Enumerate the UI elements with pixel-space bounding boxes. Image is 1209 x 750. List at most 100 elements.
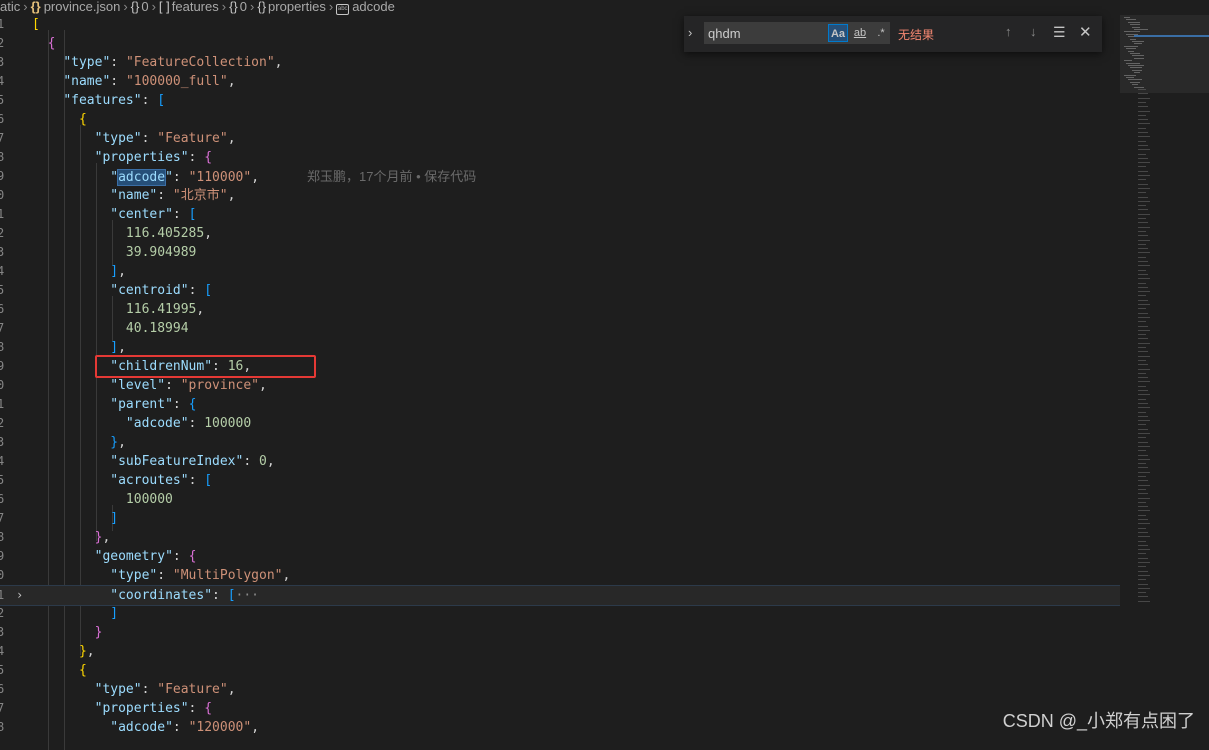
code-line[interactable]: {	[32, 110, 87, 129]
minimap-line	[1138, 304, 1150, 305]
line-number: 0	[0, 568, 5, 582]
code-line[interactable]: "properties": {	[32, 148, 212, 167]
line-number: 9	[0, 169, 5, 183]
minimap-line	[1138, 467, 1148, 469]
arrow-down-icon[interactable]: ↓	[1030, 24, 1037, 39]
close-icon[interactable]: ✕	[1079, 23, 1092, 41]
code-line[interactable]: {	[32, 661, 87, 680]
minimap-line	[1130, 53, 1140, 54]
minimap-line	[1134, 29, 1148, 30]
minimap-line	[1138, 583, 1148, 585]
code-line[interactable]: "geometry": {	[32, 547, 197, 566]
code-line[interactable]: }	[32, 623, 103, 642]
code-line[interactable]: "features": [	[32, 91, 165, 110]
breadcrumb-item-0b[interactable]: 0	[240, 0, 247, 14]
code-line[interactable]: },	[32, 433, 126, 452]
code-line[interactable]: "type": "MultiPolygon",	[32, 566, 290, 585]
code-line[interactable]: "acroutes": [	[32, 471, 212, 490]
minimap-line	[1138, 265, 1150, 267]
code-line[interactable]: },	[32, 642, 95, 661]
line-number: 5	[0, 93, 5, 107]
object-icon: {}	[257, 0, 267, 14]
code-line[interactable]: 39.904989	[32, 243, 196, 262]
line-number: 5	[0, 283, 5, 297]
minimap-line	[1138, 153, 1146, 155]
minimap-line	[1138, 390, 1148, 391]
code-line[interactable]: "adcode": "120000",	[32, 718, 259, 737]
minimap-line	[1138, 566, 1146, 568]
line-number: 7	[0, 321, 5, 335]
code-editor[interactable]: 1[ 2 { 3 "type": "FeatureCollection", 4 …	[0, 15, 1120, 750]
code-line[interactable]: "coordinates": [···	[32, 586, 259, 605]
minimap-line	[1138, 527, 1146, 529]
minimap-line	[1138, 450, 1146, 452]
breadcrumb-item-0[interactable]: 0	[141, 0, 148, 14]
minimap-line	[1138, 132, 1148, 133]
minimap-line	[1138, 200, 1150, 202]
code-line[interactable]: 116.405285,	[32, 224, 212, 243]
minimap-line	[1134, 86, 1144, 88]
breadcrumb-file[interactable]: province.json	[44, 0, 121, 14]
object-icon: {}	[229, 0, 238, 14]
code-line[interactable]: "center": [	[32, 205, 196, 224]
code-line[interactable]: [	[32, 15, 40, 34]
breadcrumb-folder[interactable]: atic	[0, 0, 20, 14]
code-line[interactable]: "level": "province",	[32, 376, 267, 395]
code-line[interactable]: "type": "FeatureCollection",	[32, 53, 282, 72]
folded-region-ellipsis[interactable]: ···	[236, 588, 259, 603]
line-number: 5	[0, 473, 5, 487]
minimap-line	[1138, 540, 1146, 542]
code-line[interactable]: ]	[32, 604, 118, 623]
minimap-line	[1138, 347, 1146, 348]
regex-button[interactable]: .*	[872, 24, 890, 42]
fold-chevron-icon[interactable]: ›	[16, 586, 23, 605]
minimap-line	[1138, 248, 1148, 250]
code-line[interactable]: "subFeatureIndex": 0,	[32, 452, 274, 471]
code-line[interactable]: "adcode": "110000", 郑玉鹏，17个月前 • 保存代码	[32, 167, 476, 187]
code-line[interactable]: "parent": {	[32, 395, 196, 414]
minimap-line	[1130, 67, 1142, 69]
minimap-line	[1138, 359, 1146, 361]
breadcrumb-item-features[interactable]: features	[172, 0, 219, 14]
code-line[interactable]: 40.18994	[32, 319, 189, 338]
chevron-right-icon: ›	[221, 0, 227, 14]
line-number: 6	[0, 112, 5, 126]
line-number: 8	[0, 340, 5, 354]
minimap-line	[1138, 377, 1148, 379]
minimap-line	[1138, 463, 1146, 465]
code-line[interactable]: "type": "Feature",	[32, 680, 236, 699]
code-line[interactable]: ],	[32, 262, 126, 281]
breadcrumb-item-properties[interactable]: properties	[268, 0, 326, 14]
code-line[interactable]: ]	[32, 509, 118, 528]
code-line[interactable]: },	[32, 528, 111, 547]
find-in-selection-icon[interactable]: ☰	[1053, 24, 1066, 41]
minimap-line	[1138, 89, 1146, 90]
code-line[interactable]: "name": "北京市",	[32, 186, 235, 205]
code-line[interactable]: "name": "100000_full",	[32, 72, 235, 91]
code-line[interactable]: "centroid": [	[32, 281, 212, 300]
match-case-button[interactable]: Aa	[828, 24, 848, 42]
code-line[interactable]: 116.41995,	[32, 300, 204, 319]
code-line[interactable]: 100000	[32, 490, 173, 509]
minimap-line	[1138, 480, 1148, 482]
minimap-line	[1138, 514, 1146, 516]
minimap-line	[1124, 31, 1140, 33]
breadcrumb: atic ›{} province.json ›{} 0 ›[ ] features ›{} 0…	[0, 0, 1120, 15]
chevron-right-icon[interactable]: ›	[688, 25, 692, 40]
code-line[interactable]: "type": "Feature",	[32, 129, 236, 148]
minimap-line	[1138, 493, 1148, 495]
minimap-line	[1138, 213, 1150, 215]
find-widget: › Aa ab .* 无结果 ↑ ↓ ☰ ✕	[684, 16, 1102, 52]
code-line[interactable]: {	[32, 34, 56, 53]
arrow-up-icon[interactable]: ↑	[1005, 24, 1012, 39]
code-line[interactable]: "adcode": 100000	[32, 414, 251, 433]
minimap-line	[1138, 454, 1148, 456]
whole-word-button[interactable]: ab	[850, 24, 870, 42]
minimap-line	[1138, 269, 1146, 271]
line-number: 8	[0, 150, 5, 164]
minimap-line	[1138, 402, 1148, 404]
breadcrumb-item-adcode[interactable]: adcode	[352, 0, 395, 14]
minimap-line	[1126, 62, 1140, 64]
minimap[interactable]	[1120, 15, 1209, 743]
code-line[interactable]: "properties": {	[32, 699, 212, 718]
